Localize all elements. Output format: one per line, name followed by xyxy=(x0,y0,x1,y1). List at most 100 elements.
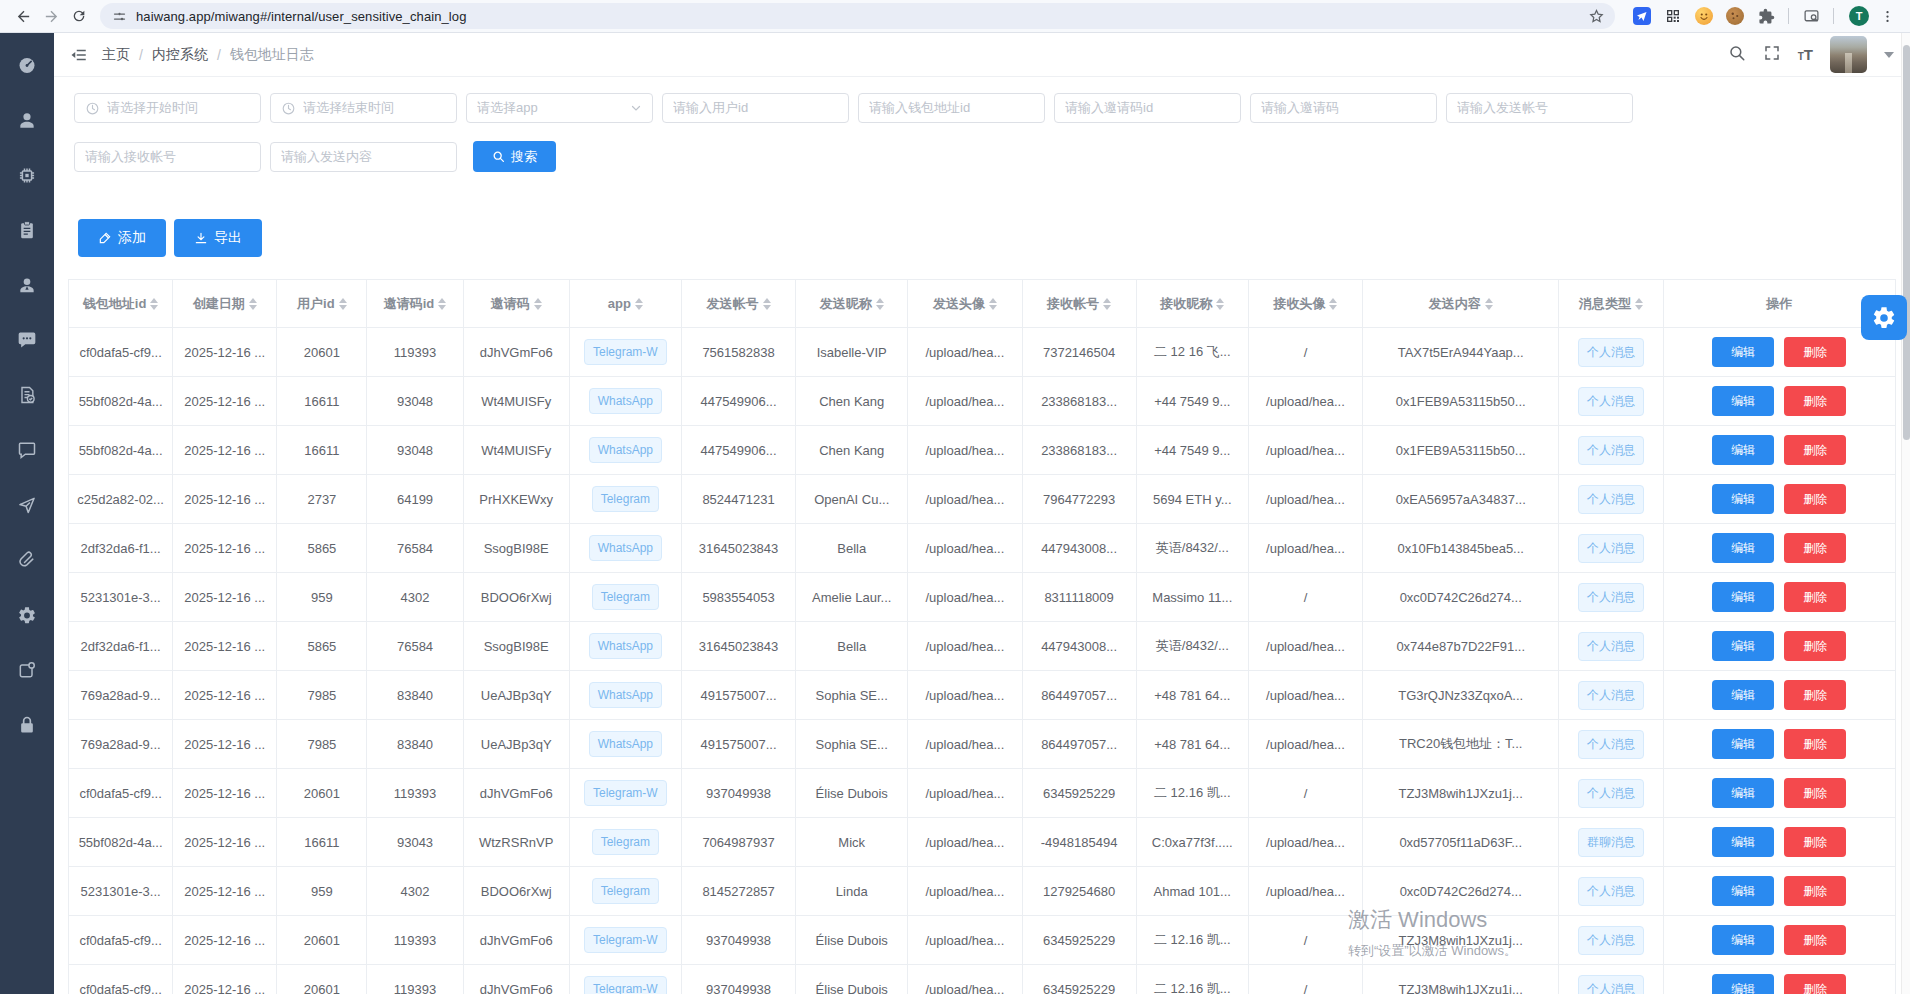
delete-button[interactable]: 删除 xyxy=(1784,974,1846,994)
edit-button[interactable]: 编辑 xyxy=(1712,876,1774,906)
add-button[interactable]: 添加 xyxy=(78,219,166,257)
delete-button[interactable]: 删除 xyxy=(1784,337,1846,367)
chat-dots-icon[interactable] xyxy=(17,330,37,350)
edit-button[interactable]: 编辑 xyxy=(1712,827,1774,857)
kebab-menu-icon[interactable] xyxy=(1874,3,1900,29)
edit-button[interactable]: 编辑 xyxy=(1712,386,1774,416)
filter-input-1-3[interactable]: 请输入用户id xyxy=(662,93,849,123)
sort-icon[interactable] xyxy=(876,298,884,310)
col-header-recv_nick[interactable]: 接收昵称 xyxy=(1136,280,1248,328)
telegram-extension-icon[interactable] xyxy=(1633,7,1651,25)
edit-button[interactable]: 编辑 xyxy=(1712,778,1774,808)
filter-input-1-1[interactable]: 请选择结束时间 xyxy=(270,93,457,123)
sort-icon[interactable] xyxy=(635,298,643,310)
col-header-send_nick[interactable]: 发送昵称 xyxy=(796,280,908,328)
user-icon[interactable] xyxy=(17,110,37,130)
profile-avatar[interactable]: T xyxy=(1846,3,1872,29)
search-icon[interactable] xyxy=(1728,44,1746,66)
col-header-user_id[interactable]: 用户id xyxy=(277,280,367,328)
sort-icon[interactable] xyxy=(534,298,542,310)
edit-button[interactable]: 编辑 xyxy=(1712,974,1774,994)
back-arrow-icon[interactable] xyxy=(10,3,36,29)
chat-icon[interactable] xyxy=(17,440,37,460)
col-header-msg_type[interactable]: 消息类型 xyxy=(1559,280,1663,328)
sort-icon[interactable] xyxy=(1103,298,1111,310)
qr-code-extension-icon[interactable] xyxy=(1664,7,1682,25)
delete-button[interactable]: 删除 xyxy=(1784,631,1846,661)
sort-icon[interactable] xyxy=(150,298,158,310)
document-check-icon[interactable] xyxy=(17,385,37,405)
bookmark-star-icon[interactable] xyxy=(1587,7,1605,25)
fullscreen-icon[interactable] xyxy=(1763,44,1781,66)
col-header-recv_avatar[interactable]: 接收头像 xyxy=(1248,280,1362,328)
col-header-recv_account[interactable]: 接收帐号 xyxy=(1022,280,1136,328)
sort-icon[interactable] xyxy=(1329,298,1337,310)
refresh-icon[interactable] xyxy=(66,3,92,29)
box-icon[interactable] xyxy=(17,660,37,680)
col-header-send_avatar[interactable]: 发送头像 xyxy=(908,280,1022,328)
filter-input-1-7[interactable]: 请输入发送帐号 xyxy=(1446,93,1633,123)
sort-icon[interactable] xyxy=(1635,298,1643,310)
chevron-down-icon[interactable] xyxy=(1884,52,1894,58)
filter-input-1-6[interactable]: 请输入邀请码 xyxy=(1250,93,1437,123)
emoji-extension-icon[interactable] xyxy=(1695,7,1713,25)
delete-button[interactable]: 删除 xyxy=(1784,582,1846,612)
edit-button[interactable]: 编辑 xyxy=(1712,729,1774,759)
page-scrollbar[interactable] xyxy=(1901,33,1910,994)
delete-button[interactable]: 删除 xyxy=(1784,827,1846,857)
table-settings-button[interactable] xyxy=(1861,295,1907,340)
col-header-content[interactable]: 发送内容 xyxy=(1363,280,1559,328)
col-header-wallet_id[interactable]: 钱包地址id xyxy=(69,280,173,328)
clipboard-icon[interactable] xyxy=(17,220,37,240)
send-icon[interactable] xyxy=(17,495,37,515)
sort-icon[interactable] xyxy=(339,298,347,310)
edit-button[interactable]: 编辑 xyxy=(1712,582,1774,612)
filter-input-1-4[interactable]: 请输入钱包地址id xyxy=(858,93,1045,123)
sort-icon[interactable] xyxy=(989,298,997,310)
edit-button[interactable]: 编辑 xyxy=(1712,337,1774,367)
filter-input-1-0[interactable]: 请选择开始时间 xyxy=(74,93,261,123)
breadcrumb-internal[interactable]: 内控系统 xyxy=(152,46,208,64)
font-size-icon[interactable]: TT xyxy=(1798,46,1813,63)
dashboard-icon[interactable] xyxy=(17,55,37,75)
link-icon[interactable] xyxy=(17,550,37,570)
delete-button[interactable]: 删除 xyxy=(1784,876,1846,906)
gear-icon[interactable] xyxy=(17,605,37,625)
cookie-extension-icon[interactable] xyxy=(1726,7,1744,25)
puzzle-extensions-icon[interactable] xyxy=(1757,7,1775,25)
sort-icon[interactable] xyxy=(763,298,771,310)
sort-icon[interactable] xyxy=(1216,298,1224,310)
edit-button[interactable]: 编辑 xyxy=(1712,484,1774,514)
address-bar[interactable]: haiwang.app/miwang#/internal/user_sensit… xyxy=(100,3,1615,29)
url-text[interactable]: haiwang.app/miwang#/internal/user_sensit… xyxy=(136,9,1579,24)
delete-button[interactable]: 删除 xyxy=(1784,484,1846,514)
edit-button[interactable]: 编辑 xyxy=(1712,533,1774,563)
site-settings-icon[interactable] xyxy=(110,7,128,25)
sort-icon[interactable] xyxy=(438,298,446,310)
delete-button[interactable]: 删除 xyxy=(1784,680,1846,710)
scrollbar-thumb[interactable] xyxy=(1903,45,1910,440)
lock-icon[interactable] xyxy=(17,715,37,735)
filter-input-2-0[interactable]: 请输入接收帐号 xyxy=(74,142,261,172)
delete-button[interactable]: 删除 xyxy=(1784,729,1846,759)
edit-button[interactable]: 编辑 xyxy=(1712,680,1774,710)
delete-button[interactable]: 删除 xyxy=(1784,435,1846,465)
filter-input-1-5[interactable]: 请输入邀请码id xyxy=(1054,93,1241,123)
col-header-app[interactable]: app xyxy=(569,280,681,328)
edit-button[interactable]: 编辑 xyxy=(1712,631,1774,661)
col-header-created[interactable]: 创建日期 xyxy=(173,280,277,328)
devtools-icon[interactable] xyxy=(1802,7,1820,25)
col-header-invite_id[interactable]: 邀请码id xyxy=(367,280,463,328)
delete-button[interactable]: 删除 xyxy=(1784,778,1846,808)
chip-icon[interactable] xyxy=(17,165,37,185)
export-button[interactable]: 导出 xyxy=(174,219,262,257)
agent-icon[interactable] xyxy=(17,275,37,295)
col-header-invite_code[interactable]: 邀请码 xyxy=(463,280,569,328)
col-header-send_account[interactable]: 发送帐号 xyxy=(681,280,795,328)
sort-icon[interactable] xyxy=(1485,298,1493,310)
delete-button[interactable]: 删除 xyxy=(1784,925,1846,955)
sort-icon[interactable] xyxy=(249,298,257,310)
filter-input-2-1[interactable]: 请输入发送内容 xyxy=(270,142,457,172)
collapse-menu-icon[interactable] xyxy=(70,46,88,64)
breadcrumb-home[interactable]: 主页 xyxy=(102,46,130,64)
